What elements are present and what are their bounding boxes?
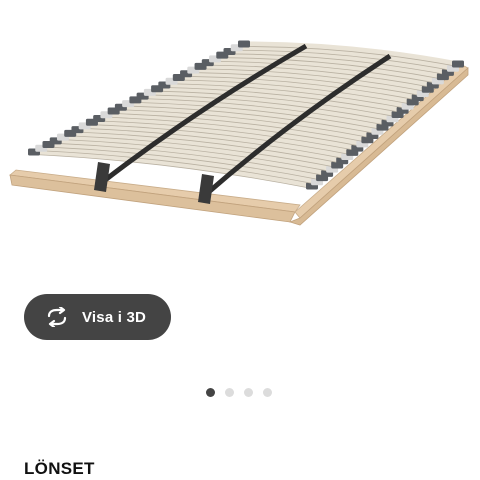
view-3d-label: Visa i 3D [82, 308, 147, 326]
slat-holder-right [452, 60, 464, 68]
slat-holder-left [238, 40, 250, 48]
carousel-dot-1[interactable] [206, 387, 215, 397]
carousel-dot-3[interactable] [244, 387, 253, 397]
carousel-dots [0, 387, 480, 397]
product-image[interactable] [0, 0, 480, 300]
slatted-bed-base-image [9, 40, 469, 226]
slats-group [28, 40, 464, 190]
product-name: LÖNSET [24, 459, 95, 478]
view-3d-button[interactable]: Visa i 3D [24, 294, 171, 340]
carousel-dot-4[interactable] [263, 387, 272, 397]
rotate-arrows-icon [44, 307, 70, 327]
carousel-dot-2[interactable] [225, 387, 234, 397]
frame-front-rail-face [9, 174, 296, 223]
